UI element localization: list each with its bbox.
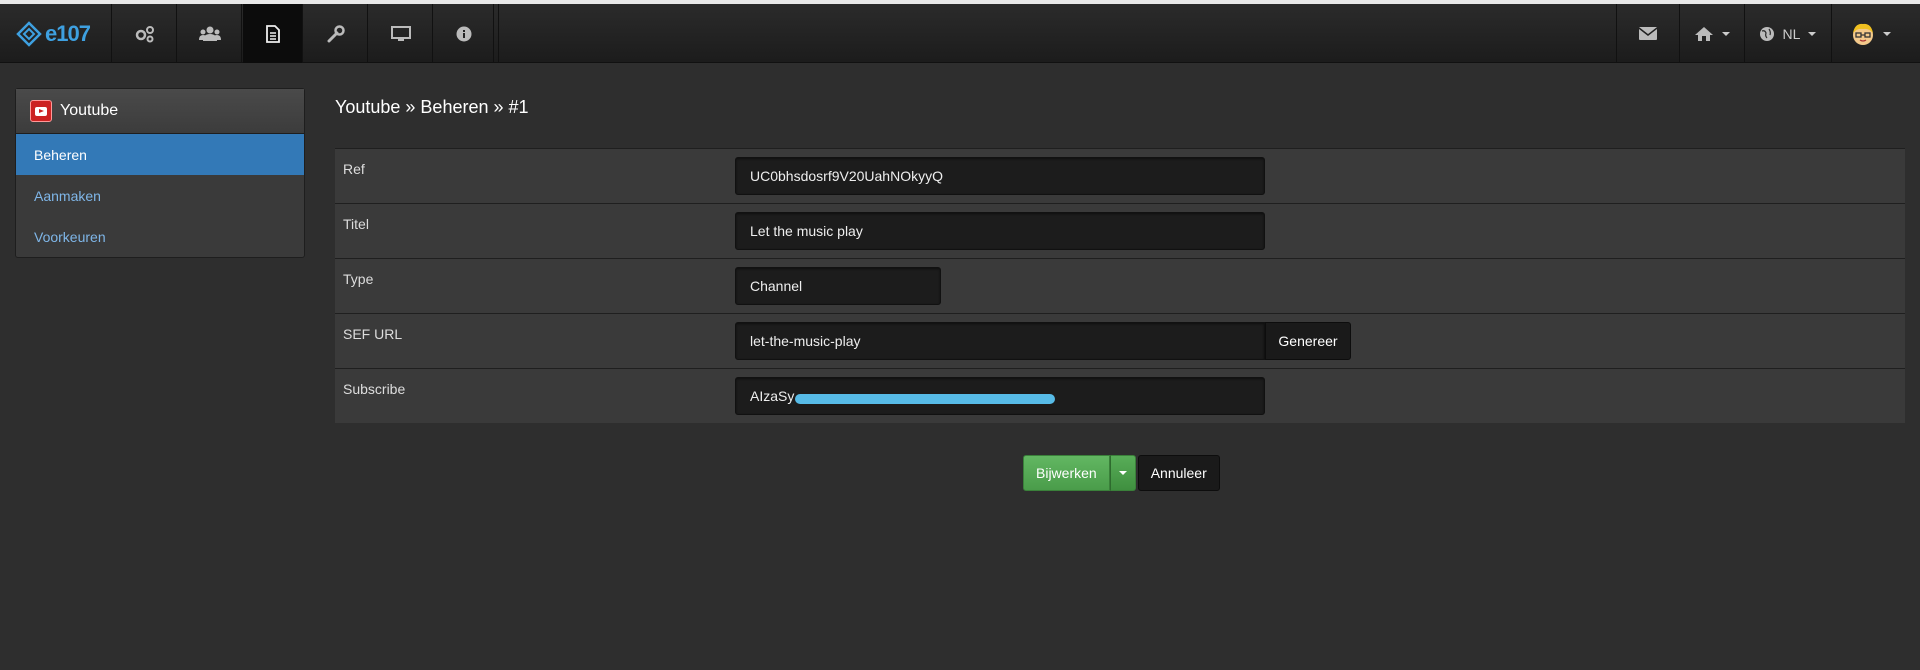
language-label: NL bbox=[1782, 25, 1801, 42]
e107-logo-icon bbox=[16, 20, 42, 47]
form-row-subscribe: Subscribe AIzaSy bbox=[335, 368, 1905, 423]
sidebar-title: Youtube bbox=[60, 102, 119, 119]
nav-divider bbox=[495, 4, 499, 63]
envelope-icon bbox=[1638, 27, 1657, 40]
sidebar-item-label: Voorkeuren bbox=[34, 228, 106, 245]
wrench-icon bbox=[327, 24, 345, 42]
update-dropdown-toggle[interactable] bbox=[1109, 455, 1136, 491]
subscribe-label: Subscribe bbox=[343, 381, 406, 397]
ref-label: Ref bbox=[343, 161, 365, 177]
nav-user-menu[interactable] bbox=[1831, 4, 1909, 63]
monitor-icon bbox=[390, 25, 411, 41]
update-button[interactable]: Bijwerken bbox=[1023, 455, 1110, 491]
sidebar-item-label: Beheren bbox=[34, 146, 87, 163]
cancel-button[interactable]: Annuleer bbox=[1137, 455, 1220, 491]
top-navbar: e107 NL bbox=[0, 4, 1920, 63]
scrollbar[interactable] bbox=[1908, 63, 1920, 670]
sidebar-item-label: Aanmaken bbox=[34, 187, 101, 204]
nav-messages[interactable] bbox=[1616, 4, 1678, 63]
type-label: Type bbox=[343, 271, 374, 287]
titel-input[interactable]: Let the music play bbox=[735, 212, 1265, 250]
youtube-icon bbox=[30, 100, 52, 122]
sidebar-item-aanmaken[interactable]: Aanmaken bbox=[16, 175, 304, 216]
brand-logo[interactable]: e107 bbox=[0, 4, 112, 63]
home-icon bbox=[1694, 26, 1713, 41]
nav-settings[interactable] bbox=[113, 4, 177, 63]
sidebar: Youtube Beheren Aanmaken Voorkeuren bbox=[15, 88, 305, 258]
form-row-titel: Titel Let the music play bbox=[335, 203, 1905, 258]
form-row-sef-url: SEF URL let-the-music-play Genereer bbox=[335, 313, 1905, 368]
nav-appearance[interactable] bbox=[369, 4, 433, 63]
sef-url-label: SEF URL bbox=[343, 326, 403, 342]
edit-form: Ref UC0bhsdosrf9V20UahNOkyyQ Titel Let t… bbox=[335, 148, 1905, 423]
redaction-scribble bbox=[795, 394, 1055, 404]
chevron-down-icon bbox=[1118, 471, 1127, 475]
type-select[interactable]: Channel bbox=[735, 267, 941, 305]
form-row-ref: Ref UC0bhsdosrf9V20UahNOkyyQ bbox=[335, 148, 1905, 203]
titel-label: Titel bbox=[343, 216, 369, 232]
nav-content[interactable] bbox=[243, 4, 303, 63]
nav-home[interactable] bbox=[1679, 4, 1743, 63]
users-icon bbox=[198, 26, 221, 41]
generate-button[interactable]: Genereer bbox=[1265, 322, 1351, 360]
form-row-type: Type Channel bbox=[335, 258, 1905, 313]
nav-users[interactable] bbox=[178, 4, 242, 63]
globe-icon bbox=[1759, 26, 1774, 41]
chevron-down-icon bbox=[1808, 31, 1817, 36]
sidebar-header: Youtube bbox=[16, 89, 304, 134]
avatar bbox=[1852, 23, 1873, 45]
form-actions: Bijwerken Annuleer bbox=[1023, 455, 1220, 491]
sidebar-item-voorkeuren[interactable]: Voorkeuren bbox=[16, 216, 304, 257]
ref-input[interactable]: UC0bhsdosrf9V20UahNOkyyQ bbox=[735, 157, 1265, 195]
nav-about[interactable] bbox=[434, 4, 494, 63]
gears-icon bbox=[135, 25, 154, 42]
nav-tools[interactable] bbox=[304, 4, 368, 63]
sidebar-item-beheren[interactable]: Beheren bbox=[16, 134, 304, 175]
breadcrumb: Youtube » Beheren » #1 bbox=[335, 97, 529, 117]
chevron-down-icon bbox=[1882, 31, 1891, 36]
brand-text: e107 bbox=[45, 20, 91, 46]
sef-url-input[interactable]: let-the-music-play bbox=[735, 322, 1265, 360]
chevron-down-icon bbox=[1721, 31, 1730, 36]
document-icon bbox=[265, 24, 280, 43]
nav-language[interactable]: NL bbox=[1744, 4, 1830, 63]
info-icon bbox=[456, 26, 471, 41]
